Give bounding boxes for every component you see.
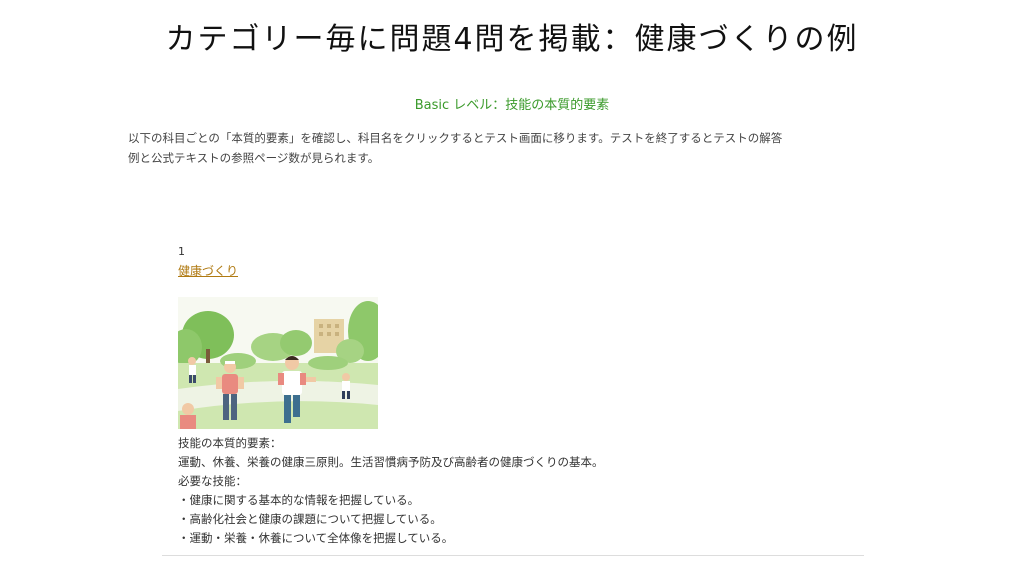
subject-description: 技能の本質的要素： 運動、休養、栄養の健康三原則。生活習慣病予防及び高齢者の健康… xyxy=(178,434,818,548)
slide: カテゴリー毎に問題4問を掲載：健康づくりの例 Basic レベル：技能の本質的要… xyxy=(0,0,1024,576)
skill-item: ・運動・栄養・休養について全体像を把握している。 xyxy=(178,531,454,545)
subject-number: 1 xyxy=(178,245,185,258)
skills-label: 必要な技能： xyxy=(178,474,247,488)
intro-text: 以下の科目ごとの「本質的要素」を確認し、科目名をクリックするとテスト画面に移りま… xyxy=(128,128,898,168)
essential-label: 技能の本質的要素： xyxy=(178,436,282,450)
park-jogging-illustration xyxy=(178,297,378,429)
divider xyxy=(162,555,864,556)
page-screenshot: Basic レベル：技能の本質的要素 以下の科目ごとの「本質的要素」を確認し、科… xyxy=(0,84,1024,576)
intro-line-1: 以下の科目ごとの「本質的要素」を確認し、科目名をクリックするとテスト画面に移りま… xyxy=(128,131,783,145)
subject-link-health[interactable]: 健康づくり xyxy=(178,262,238,279)
skill-item: ・健康に関する基本的な情報を把握している。 xyxy=(178,493,420,507)
level-heading: Basic レベル：技能の本質的要素 xyxy=(414,98,610,113)
skill-item: ・高齢化社会と健康の課題について把握している。 xyxy=(178,512,442,526)
slide-title: カテゴリー毎に問題4問を掲載：健康づくりの例 xyxy=(165,22,859,57)
intro-line-2: 例と公式テキストの参照ページ数が見られます。 xyxy=(128,151,380,165)
essential-text: 運動、休養、栄養の健康三原則。生活習慣病予防及び高齢者の健康づくりの基本。 xyxy=(178,455,604,469)
